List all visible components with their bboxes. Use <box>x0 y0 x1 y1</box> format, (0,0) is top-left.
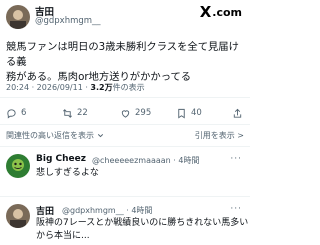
bookmark-icon <box>178 108 185 118</box>
more-icon[interactable]: ··· <box>230 204 242 214</box>
x-logo-domain: .com <box>212 5 242 19</box>
author-handle[interactable]: @gdpxhmgm__ <box>35 16 101 26</box>
post-views-label: 件の表示 <box>112 83 145 92</box>
divider <box>0 97 250 98</box>
divider <box>0 196 250 197</box>
reply-sort-dropdown[interactable]: 関連性の高い返信を表示 <box>6 130 105 141</box>
like-count: 295 <box>135 108 152 118</box>
share-icon <box>233 108 242 118</box>
post-meta: 20:24 · 2026/09/11 · 3.2万件の表示 <box>6 82 145 93</box>
repost-count: 22 <box>77 108 88 118</box>
like-icon <box>121 109 130 118</box>
x-logo-mark: X <box>199 3 212 21</box>
post-text-line: 競馬ファンは明日の3歳未勝利クラスを全て見届ける義 <box>6 41 239 68</box>
reply-button[interactable]: 6 <box>6 104 26 122</box>
view-quotes-link[interactable]: 引用を表示 > <box>195 130 244 141</box>
reply-count: 6 <box>21 108 27 118</box>
post-timestamp[interactable]: 20:24 · 2026/09/11 · <box>6 83 90 92</box>
reply-avatar[interactable] <box>6 154 30 178</box>
bookmark-button[interactable]: 40 <box>176 104 202 122</box>
repost-icon <box>63 108 72 118</box>
chevron-down-icon <box>97 134 104 138</box>
repost-button[interactable]: 22 <box>62 104 88 122</box>
reply-author-name[interactable]: Big Cheez <box>36 154 86 164</box>
reply-text-line: 阪神の7レースとか戦績良いのに勝ちきれない馬多い <box>36 218 249 228</box>
reply-author-handle[interactable]: @gdpxhmgm__ · 4時間 <box>62 205 152 216</box>
reply-sort-label: 関連性の高い返信を表示 <box>6 131 94 140</box>
reply-text-line: から本当に... <box>36 231 90 241</box>
x-logo: X .com <box>200 3 242 21</box>
reply-text: 悲しすぎるよな <box>36 168 99 178</box>
divider <box>0 146 250 147</box>
divider <box>0 124 250 125</box>
post-header: 吉田 @gdpxhmgm__ X .com <box>0 0 250 30</box>
share-button[interactable] <box>232 104 247 122</box>
action-bar: 6 22 295 40 <box>0 104 250 122</box>
reply-author-name[interactable]: 吉田 <box>36 204 54 217</box>
like-button[interactable]: 295 <box>120 104 151 122</box>
reply-text: 阪神の7レースとか戦績良いのに勝ちきれない馬多い から本当に... <box>36 217 248 243</box>
post-text: 競馬ファンは明日の3歳未勝利クラスを全て見届ける義 務がある。馬肉or地方送りが… <box>6 40 246 85</box>
reply-avatar[interactable] <box>6 204 30 228</box>
post-views-count: 3.2万 <box>90 83 113 92</box>
reply-icon <box>7 108 16 119</box>
reply-author-handle[interactable]: @cheeeeezmaaaan · 4時間 <box>92 155 199 166</box>
author-avatar[interactable] <box>6 5 30 29</box>
more-icon[interactable]: ··· <box>230 154 242 164</box>
reply-sort-bar: 関連性の高い返信を表示 引用を表示 > <box>0 128 250 144</box>
bookmark-count: 40 <box>191 108 202 118</box>
